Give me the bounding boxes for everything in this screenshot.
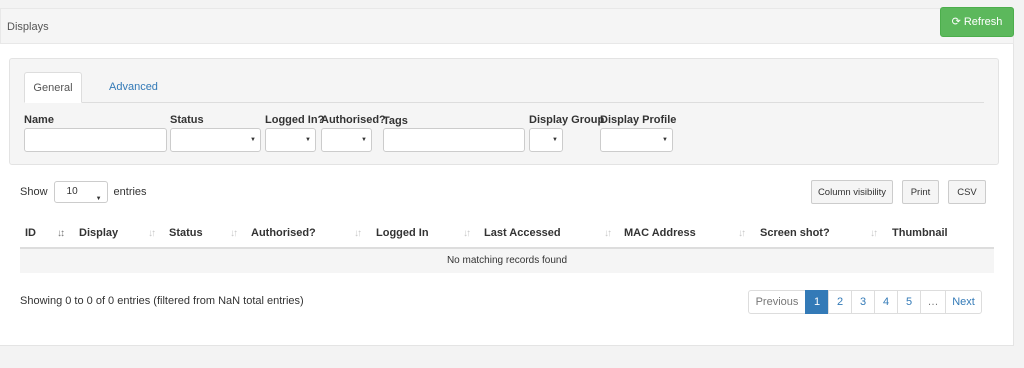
chevron-down-icon: ▼ bbox=[361, 137, 367, 143]
chevron-down-icon: ▼ bbox=[662, 137, 668, 143]
pagination-page-5[interactable]: 5 bbox=[897, 290, 921, 314]
pagination-ellipsis: … bbox=[920, 290, 946, 314]
name-input[interactable] bbox=[24, 128, 167, 152]
tab-general[interactable]: General bbox=[24, 72, 82, 103]
status-select[interactable]: ▼ bbox=[170, 128, 261, 152]
csv-button[interactable]: CSV bbox=[948, 180, 986, 204]
displays-panel: General Advanced Name Status ▼ Logged In… bbox=[0, 44, 1014, 346]
column-header-logged-in[interactable]: Logged In bbox=[376, 220, 429, 247]
refresh-icon: ⟳ bbox=[951, 15, 961, 28]
table-info: Showing 0 to 0 of 0 entries (filtered fr… bbox=[20, 295, 304, 307]
refresh-button[interactable]: ⟳ Refresh bbox=[940, 7, 1014, 37]
page-length-control: Show 10 ▼ entries bbox=[20, 181, 147, 203]
tab-advanced[interactable]: Advanced bbox=[99, 72, 168, 103]
entries-value: 10 bbox=[66, 186, 78, 197]
pagination-page-1[interactable]: 1 bbox=[805, 290, 829, 314]
sort-icon: ↓↑ bbox=[230, 228, 238, 239]
display-profile-select[interactable]: ▼ bbox=[600, 128, 673, 152]
sort-icon: ↓↑ bbox=[604, 228, 612, 239]
chevron-down-icon: ▼ bbox=[250, 137, 256, 143]
footer-strip bbox=[0, 346, 1024, 368]
column-header-display[interactable]: Display bbox=[79, 220, 118, 247]
sort-ascending-icon: ↓↕ bbox=[57, 228, 65, 239]
status-label: Status bbox=[170, 114, 204, 126]
displays-table: ID ↓↕ Display ↓↑ Status ↓↑ Authorised? ↓… bbox=[20, 220, 994, 273]
entries-select[interactable]: 10 ▼ bbox=[53, 181, 108, 203]
logged-in-select[interactable]: ▼ bbox=[265, 128, 316, 152]
tags-label: Tags bbox=[383, 115, 408, 127]
display-group-select[interactable]: ▼ bbox=[529, 128, 563, 152]
sort-icon: ↓↑ bbox=[738, 228, 746, 239]
authorised-label: Authorised? bbox=[321, 114, 386, 126]
display-group-label: Display Group bbox=[529, 114, 605, 126]
authorised-select[interactable]: ▼ bbox=[321, 128, 372, 152]
chevron-down-icon: ▼ bbox=[552, 137, 558, 143]
pagination-next[interactable]: Next bbox=[945, 290, 982, 314]
column-header-last-accessed[interactable]: Last Accessed bbox=[484, 220, 561, 247]
sort-icon: ↓↑ bbox=[354, 228, 362, 239]
sort-icon: ↓↑ bbox=[870, 228, 878, 239]
pagination-page-4[interactable]: 4 bbox=[874, 290, 898, 314]
tags-input[interactable] bbox=[383, 128, 525, 152]
filter-box: General Advanced Name Status ▼ Logged In… bbox=[9, 58, 999, 165]
top-strip bbox=[0, 0, 1024, 8]
display-profile-label: Display Profile bbox=[600, 114, 677, 126]
column-header-mac-address[interactable]: MAC Address bbox=[624, 220, 696, 247]
column-header-screen-shot[interactable]: Screen shot? bbox=[760, 220, 830, 247]
sort-icon: ↓↑ bbox=[148, 228, 156, 239]
logged-in-label: Logged In? bbox=[265, 114, 325, 126]
entries-label: entries bbox=[113, 186, 147, 198]
name-label: Name bbox=[24, 114, 54, 126]
sort-icon: ↓↑ bbox=[463, 228, 471, 239]
column-header-id[interactable]: ID bbox=[25, 220, 36, 247]
print-button[interactable]: Print bbox=[902, 180, 939, 204]
page-header: Displays bbox=[0, 8, 1014, 44]
pagination: Previous 1 2 3 4 5 … Next bbox=[748, 290, 982, 314]
page-title: Displays bbox=[7, 21, 49, 33]
filter-tabs: General Advanced bbox=[24, 72, 984, 103]
show-label: Show bbox=[20, 186, 48, 198]
column-header-authorised[interactable]: Authorised? bbox=[251, 220, 316, 247]
pagination-previous[interactable]: Previous bbox=[748, 290, 806, 314]
column-visibility-button[interactable]: Column visibility bbox=[811, 180, 893, 204]
pagination-page-2[interactable]: 2 bbox=[828, 290, 852, 314]
table-header: ID ↓↕ Display ↓↑ Status ↓↑ Authorised? ↓… bbox=[20, 220, 994, 249]
chevron-down-icon: ▼ bbox=[305, 137, 311, 143]
column-header-status[interactable]: Status bbox=[169, 220, 203, 247]
pagination-page-3[interactable]: 3 bbox=[851, 290, 875, 314]
refresh-label: Refresh bbox=[963, 16, 1003, 28]
column-header-thumbnail[interactable]: Thumbnail bbox=[892, 220, 948, 247]
empty-table-row: No matching records found bbox=[20, 249, 994, 273]
chevron-down-icon: ▼ bbox=[95, 196, 102, 202]
